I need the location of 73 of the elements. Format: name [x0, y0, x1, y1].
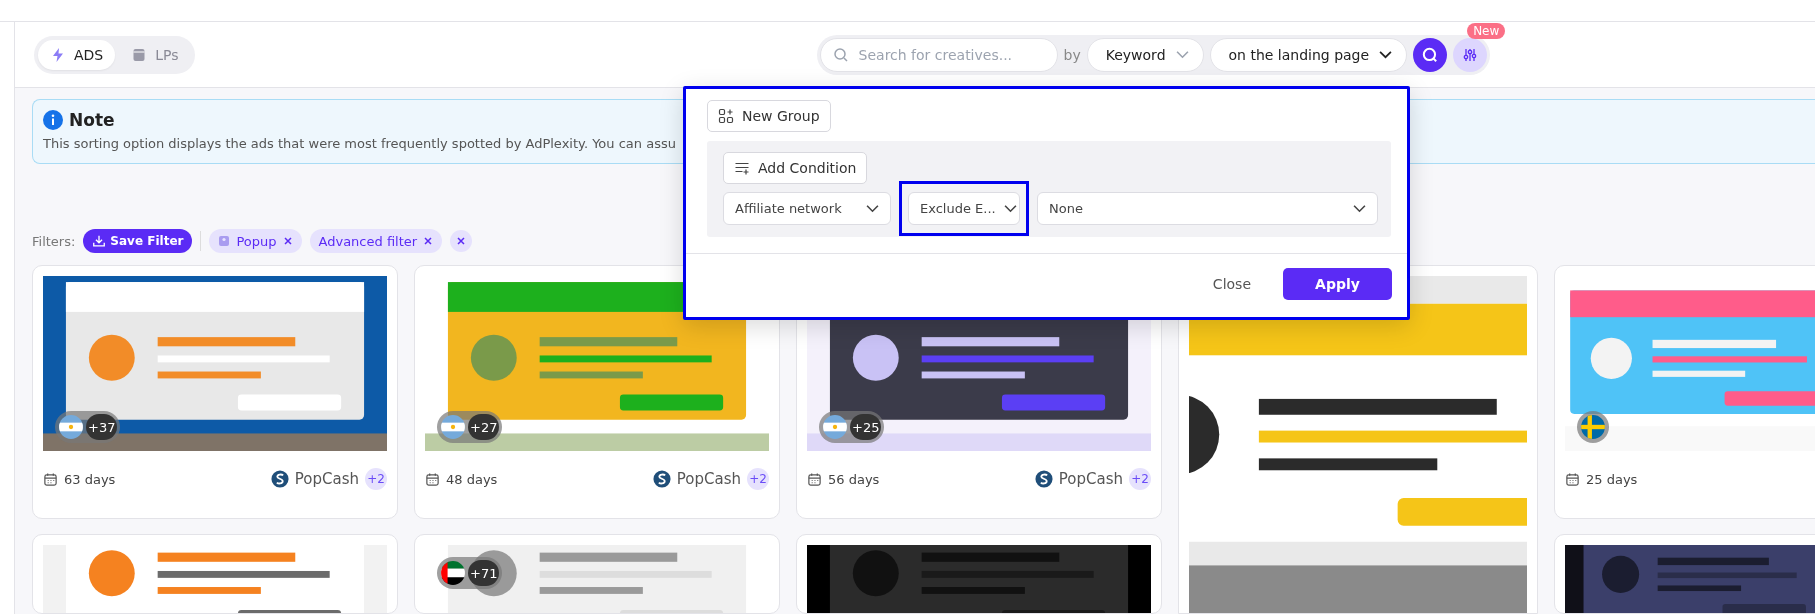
ad-card[interactable]: 25 days — [1554, 265, 1815, 519]
network-name: PopCash — [676, 470, 741, 488]
days-label: 63 days — [64, 471, 116, 487]
country-count: +37 — [86, 414, 118, 440]
chevron-down-icon — [866, 204, 879, 213]
flag-icon — [58, 414, 84, 440]
chevron-down-icon — [1353, 204, 1366, 213]
flag-icon — [440, 414, 466, 440]
chevron-down-icon — [1003, 204, 1017, 213]
field-select[interactable]: Affiliate network — [723, 192, 891, 225]
new-group-button[interactable]: New Group — [707, 100, 831, 132]
keyword-select[interactable]: Keyword — [1086, 37, 1204, 72]
filter-settings-button[interactable] — [1453, 37, 1488, 72]
search-icon — [1421, 45, 1440, 64]
flag-icon — [822, 414, 848, 440]
ad-card[interactable]: +71 — [414, 534, 780, 614]
chip-label: Advanced filter — [318, 233, 418, 249]
scope-select[interactable]: on the landing page — [1209, 37, 1408, 72]
filter-chip[interactable]: Advanced filter — [309, 229, 443, 253]
extra-count: +2 — [1129, 468, 1151, 490]
mode-tab[interactable]: ADS — [38, 39, 116, 70]
calendar-icon — [425, 471, 440, 487]
apply-button[interactable]: Apply — [1283, 268, 1392, 300]
calendar-icon — [1565, 471, 1580, 487]
ad-card[interactable] — [796, 534, 1162, 614]
close-button[interactable]: Close — [1206, 275, 1257, 293]
days-label: 25 days — [1586, 471, 1638, 487]
close-icon — [456, 236, 467, 246]
page-icon — [131, 46, 148, 63]
network-logo-icon — [1034, 470, 1053, 488]
filter-chip[interactable]: Popup — [209, 229, 302, 253]
country-count: +71 — [468, 560, 500, 586]
calendar-icon — [43, 471, 58, 487]
search-field[interactable]: Search for creatives... — [819, 37, 1058, 72]
chip-label: Popup — [236, 233, 277, 249]
clear-filters-button[interactable] — [450, 230, 473, 252]
search-icon — [832, 46, 849, 63]
extra-count: +2 — [365, 468, 387, 490]
remove-icon[interactable] — [282, 236, 293, 246]
network-logo-icon — [270, 470, 289, 488]
download-icon — [92, 234, 107, 248]
remove-icon[interactable] — [423, 236, 434, 246]
extra-count: +2 — [747, 468, 769, 490]
save-filter-button[interactable]: Save Filter — [83, 229, 193, 253]
value-select[interactable]: None — [1037, 192, 1378, 225]
ad-card[interactable] — [1554, 534, 1815, 614]
network-name: PopCash — [1058, 470, 1123, 488]
info-icon — [43, 110, 63, 130]
add-condition-button[interactable]: Add Condition — [723, 152, 868, 184]
filters-label: Filters: — [32, 233, 76, 249]
popup-icon — [218, 235, 231, 247]
flag-icon — [440, 560, 466, 586]
country-count: +27 — [468, 414, 500, 440]
sliders-icon — [1462, 46, 1479, 63]
ad-card[interactable]: +37 63 days PopCash +2 — [32, 265, 398, 519]
new-badge: New — [1467, 22, 1506, 39]
country-count: +25 — [850, 414, 882, 440]
chevron-down-icon — [1175, 50, 1189, 59]
network-logo-icon — [652, 470, 671, 488]
days-label: 48 days — [446, 471, 498, 487]
list-plus-icon — [734, 160, 750, 176]
note-title: Note — [69, 110, 115, 130]
grid-plus-icon — [718, 108, 734, 124]
search-input[interactable]: Search for creatives... — [856, 45, 1041, 64]
network-name: PopCash — [294, 470, 359, 488]
search-button[interactable] — [1413, 37, 1448, 72]
note-text: This sorting option displays the ads that were most frequently spotted by AdPlexity. You can assu — [43, 136, 677, 151]
operator-select[interactable]: Exclude E... — [908, 192, 1020, 225]
chevron-down-icon — [1379, 50, 1393, 59]
days-label: 56 days — [828, 471, 880, 487]
ad-card[interactable]: +27 48 days PopCash +2 — [414, 265, 780, 519]
by-label: by — [1063, 46, 1081, 63]
calendar-icon — [807, 471, 822, 487]
